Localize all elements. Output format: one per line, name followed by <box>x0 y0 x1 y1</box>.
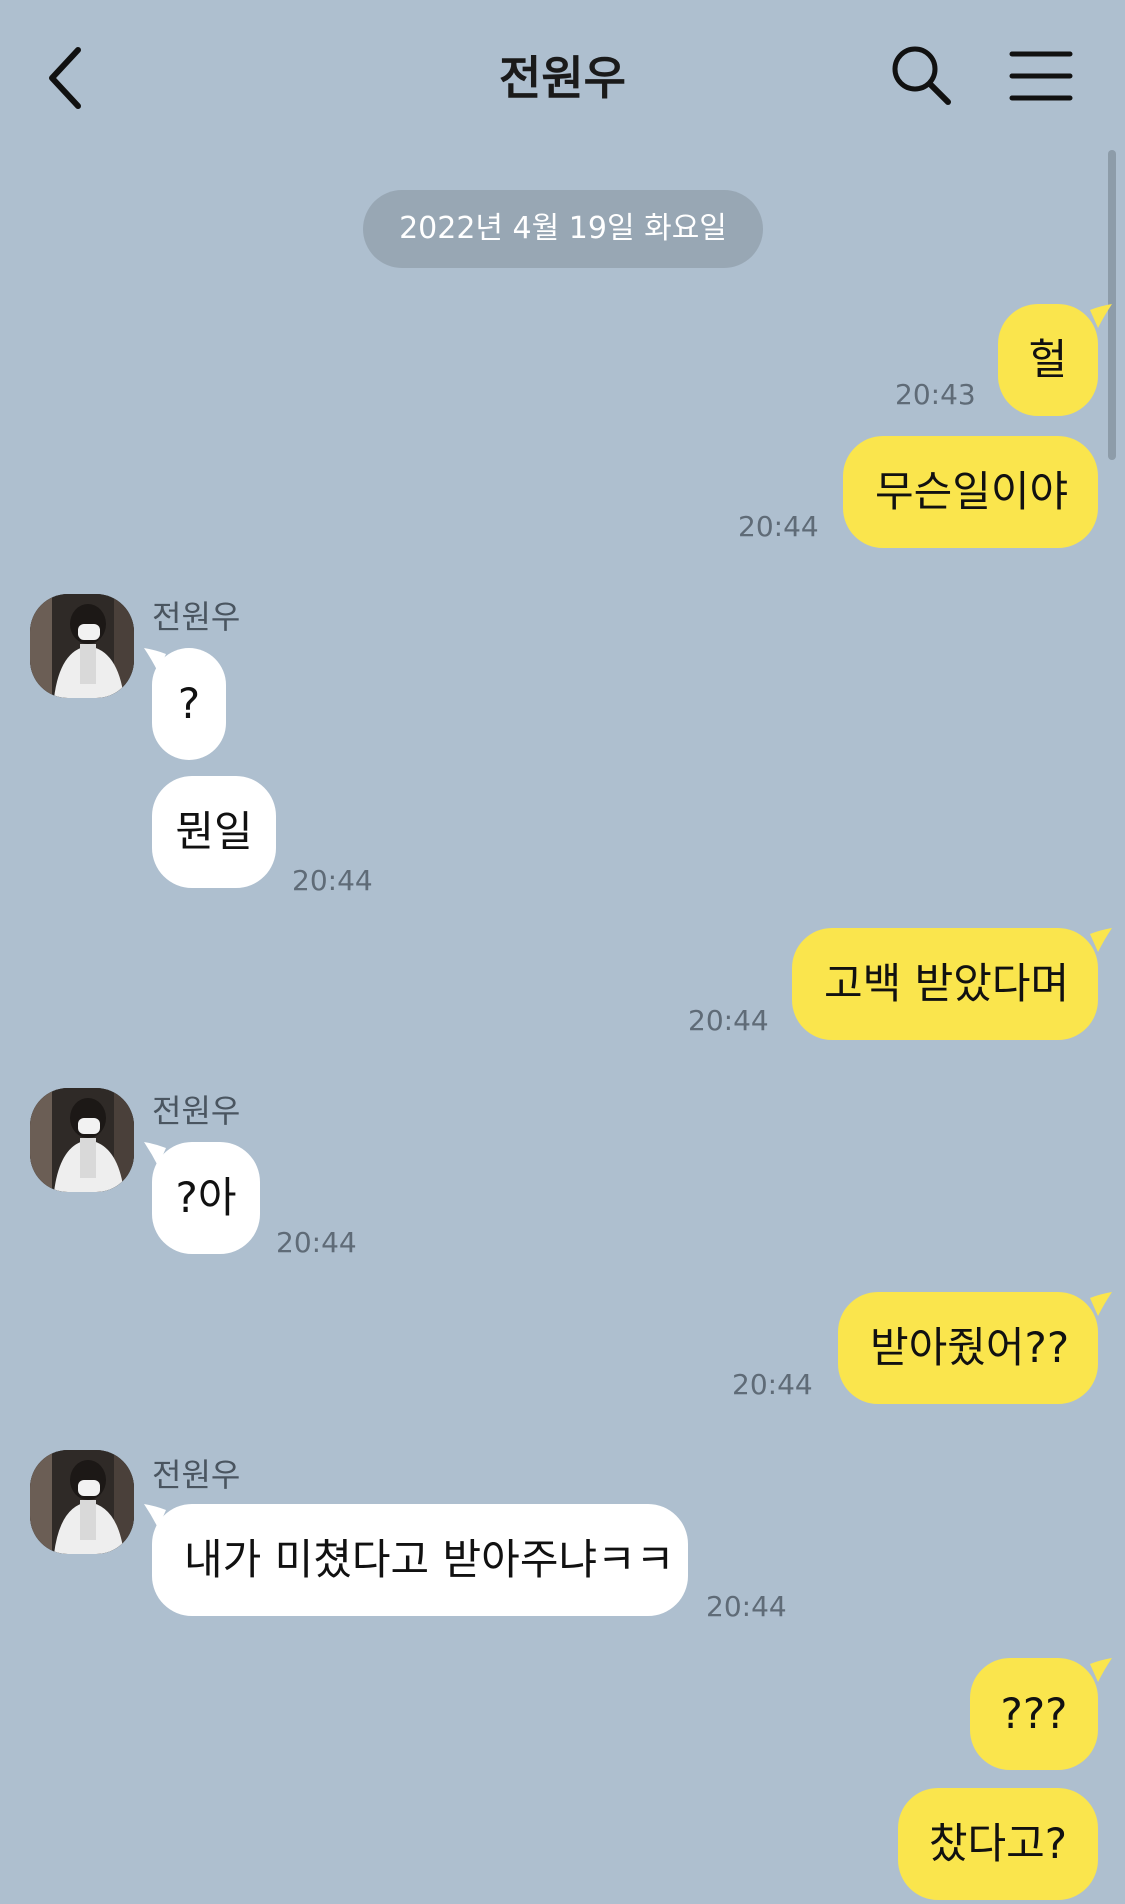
bubble-tail <box>1090 304 1112 328</box>
bubble-tail <box>1090 1292 1112 1316</box>
chat-header: 전원우 <box>0 0 1125 150</box>
my-message-bubble[interactable]: 헐 <box>998 304 1098 416</box>
message-time: 20:44 <box>738 510 819 543</box>
profile-photo <box>30 1088 134 1192</box>
my-message-bubble[interactable]: 받아줬어?? <box>838 1292 1098 1404</box>
bubble-tail <box>1090 1658 1112 1682</box>
message-time: 20:43 <box>895 378 976 411</box>
my-message-bubble[interactable]: ??? <box>970 1658 1098 1770</box>
sender-name: 전원우 <box>152 598 241 636</box>
message-text: 받아줬어?? <box>870 1323 1070 1372</box>
profile-photo <box>30 1450 134 1554</box>
avatar[interactable] <box>30 1450 134 1554</box>
their-message-bubble[interactable]: 뭔일 <box>152 776 276 888</box>
message-time: 20:44 <box>732 1368 813 1401</box>
message-time: 20:44 <box>276 1226 357 1259</box>
their-message-bubble[interactable]: ? <box>152 648 226 760</box>
message-text: 뭔일 <box>175 807 253 856</box>
message-text: ??? <box>1000 1689 1068 1738</box>
avatar[interactable] <box>30 1088 134 1192</box>
message-time: 20:44 <box>292 864 373 897</box>
message-text: 내가 미쳤다고 받아주냐ㅋㅋ <box>184 1535 675 1584</box>
their-message-bubble[interactable]: 내가 미쳤다고 받아주냐ㅋㅋ <box>152 1504 688 1616</box>
their-message-bubble[interactable]: ?아 <box>152 1142 260 1254</box>
profile-photo <box>30 594 134 698</box>
message-time: 20:44 <box>706 1590 787 1623</box>
my-message-bubble[interactable]: 무슨일이야 <box>843 436 1098 548</box>
message-text: 무슨일이야 <box>875 467 1069 516</box>
message-text: ? <box>177 679 201 728</box>
avatar[interactable] <box>30 594 134 698</box>
sender-name: 전원우 <box>152 1456 241 1494</box>
menu-button[interactable] <box>1008 48 1074 104</box>
message-text: 찼다고? <box>928 1819 1068 1868</box>
message-text: 헐 <box>1028 335 1068 384</box>
date-divider: 2022년 4월 19일 화요일 <box>363 190 763 268</box>
sender-name: 전원우 <box>152 1092 241 1130</box>
message-text: 고백 받았다며 <box>824 959 1070 1008</box>
my-message-bubble[interactable]: 고백 받았다며 <box>792 928 1098 1040</box>
bubble-tail <box>1090 928 1112 952</box>
search-icon <box>892 46 951 105</box>
chat-title: 전원우 <box>499 51 626 105</box>
message-time: 20:44 <box>688 1004 769 1037</box>
menu-icon <box>1009 51 1073 101</box>
search-button[interactable] <box>888 42 954 108</box>
my-message-bubble[interactable]: 찼다고? <box>898 1788 1098 1900</box>
message-text: ?아 <box>175 1173 237 1222</box>
